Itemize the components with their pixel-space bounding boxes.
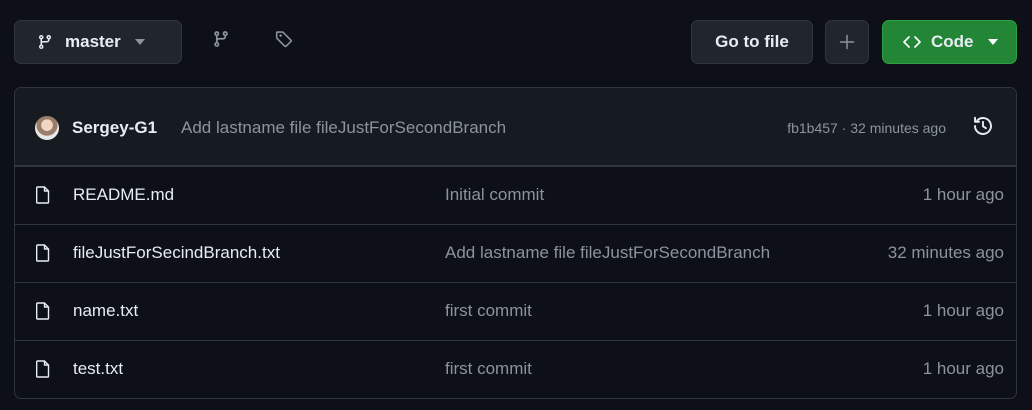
file-commit-message[interactable]: Add lastname file fileJustForSecondBranc… <box>445 243 770 263</box>
file-commit-date: 1 hour ago <box>922 359 1004 378</box>
plus-icon <box>839 34 855 50</box>
commit-meta[interactable]: fb1b457 · 32 minutes ago <box>787 120 946 136</box>
file-table: Sergey-G1 Add lastname file fileJustForS… <box>14 87 1017 399</box>
file-commit-message[interactable]: first commit <box>445 301 532 321</box>
file-name[interactable]: name.txt <box>73 301 138 321</box>
history-icon[interactable] <box>972 115 994 137</box>
code-label: Code <box>931 32 974 51</box>
commit-message[interactable]: Add lastname file fileJustForSecondBranc… <box>181 118 506 138</box>
file-icon <box>36 186 50 204</box>
branch-select-button[interactable]: master <box>14 20 182 64</box>
file-row[interactable]: test.txt first commit 1 hour ago <box>15 340 1016 398</box>
add-file-button[interactable] <box>825 20 869 64</box>
file-row[interactable]: README.md Initial commit 1 hour ago <box>15 166 1016 224</box>
commit-author[interactable]: Sergey-G1 <box>72 118 157 138</box>
file-name[interactable]: test.txt <box>73 359 123 379</box>
file-name[interactable]: README.md <box>73 185 174 205</box>
git-branch-icon <box>38 35 51 50</box>
file-row[interactable]: fileJustForSecindBranch.txt Add lastname… <box>15 224 1016 282</box>
file-icon <box>36 302 50 320</box>
go-to-file-label: Go to file <box>715 32 789 51</box>
code-button[interactable]: Code <box>882 20 1017 64</box>
file-commit-date: 32 minutes ago <box>887 243 1004 262</box>
file-commit-date: 1 hour ago <box>922 301 1004 320</box>
tag-icon[interactable] <box>275 30 293 48</box>
caret-down-icon <box>134 39 145 45</box>
file-icon <box>36 360 50 378</box>
branches-icon[interactable] <box>212 30 230 48</box>
go-to-file-button[interactable]: Go to file <box>691 20 813 64</box>
file-commit-message[interactable]: Initial commit <box>445 185 544 205</box>
file-commit-message[interactable]: first commit <box>445 359 532 379</box>
latest-commit-bar: Sergey-G1 Add lastname file fileJustForS… <box>15 88 1016 166</box>
avatar[interactable] <box>35 116 59 140</box>
caret-down-icon <box>987 39 998 45</box>
file-commit-date: 1 hour ago <box>922 185 1004 204</box>
file-row[interactable]: name.txt first commit 1 hour ago <box>15 282 1016 340</box>
code-icon <box>903 36 921 48</box>
file-name[interactable]: fileJustForSecindBranch.txt <box>73 243 280 263</box>
branch-name: master <box>65 32 121 51</box>
file-icon <box>36 244 50 262</box>
